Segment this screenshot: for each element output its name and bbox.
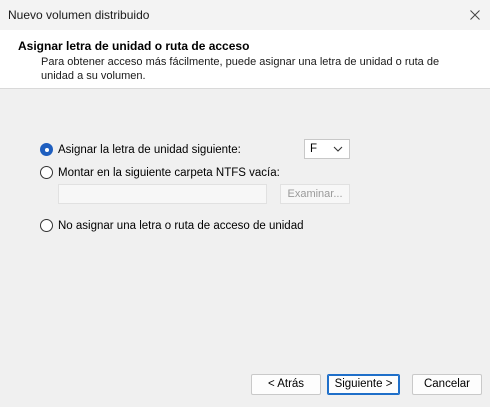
no-assign-option[interactable]: No asignar una letra o ruta de acceso de… — [40, 219, 304, 232]
wizard-header: Asignar letra de unidad o ruta de acceso… — [0, 30, 490, 89]
window-title: Nuevo volumen distribuido — [8, 8, 150, 22]
assign-letter-radio[interactable] — [40, 143, 53, 156]
cancel-button[interactable]: Cancelar — [412, 374, 482, 395]
dialog-window: Nuevo volumen distribuido Asignar letra … — [0, 0, 490, 407]
page-description: Para obtener acceso más fácilmente, pued… — [41, 56, 440, 82]
no-assign-radio[interactable] — [40, 219, 53, 232]
mount-folder-radio[interactable] — [40, 166, 53, 179]
close-icon — [470, 10, 480, 20]
browse-button[interactable]: Examinar... — [280, 184, 350, 204]
title-bar: Nuevo volumen distribuido — [0, 0, 490, 30]
assign-letter-label: Asignar la letra de unidad siguiente: — [58, 143, 241, 156]
no-assign-label: No asignar una letra o ruta de acceso de… — [58, 219, 304, 232]
folder-path-input[interactable] — [58, 184, 267, 204]
page-title: Asignar letra de unidad o ruta de acceso — [18, 39, 250, 53]
mount-folder-option[interactable]: Montar en la siguiente carpeta NTFS vací… — [40, 166, 280, 179]
back-button[interactable]: < Atrás — [251, 374, 321, 395]
drive-letter-select[interactable]: F — [304, 139, 350, 159]
close-button[interactable] — [460, 0, 490, 30]
assign-letter-option[interactable]: Asignar la letra de unidad siguiente: — [40, 143, 241, 156]
drive-letter-value: F — [310, 143, 318, 155]
mount-folder-label: Montar en la siguiente carpeta NTFS vací… — [58, 166, 280, 179]
chevron-down-icon — [333, 146, 343, 152]
next-button[interactable]: Siguiente > — [327, 374, 400, 395]
